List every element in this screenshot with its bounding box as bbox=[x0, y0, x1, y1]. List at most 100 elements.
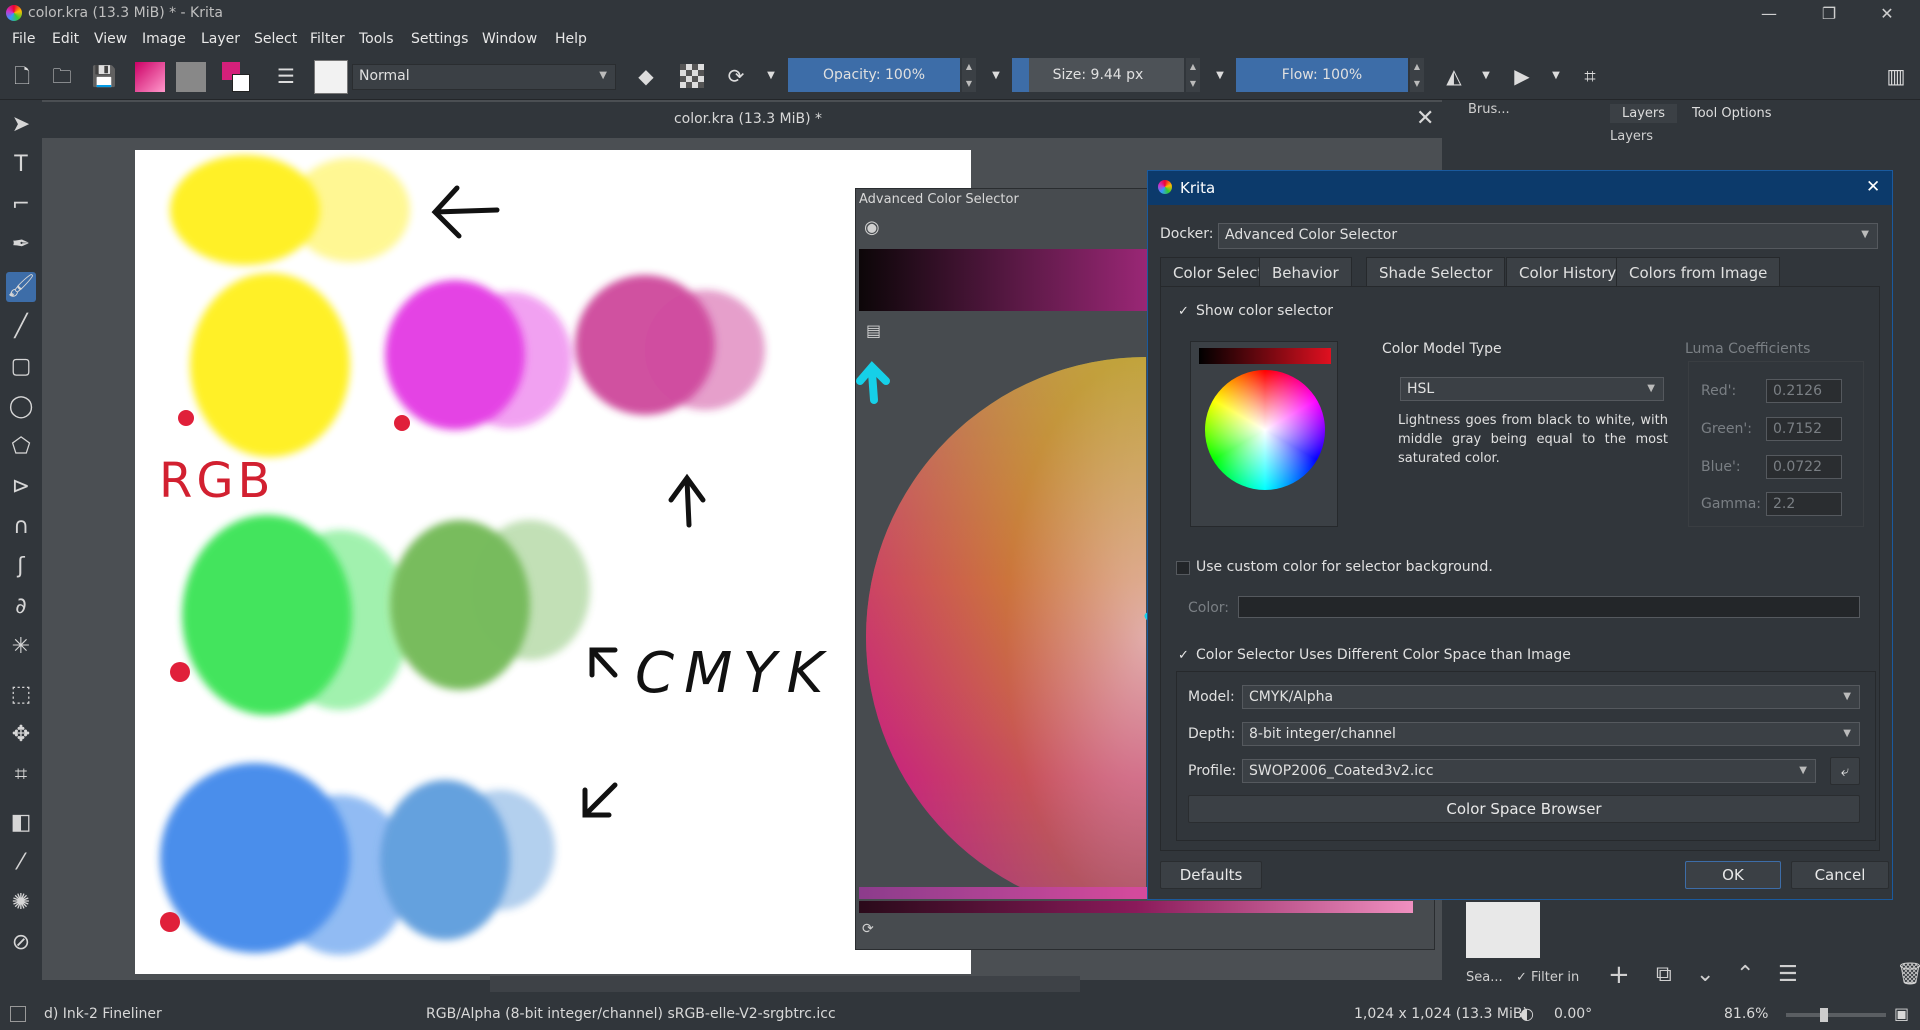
size-spin[interactable]: ▲ ▼ bbox=[1186, 58, 1200, 92]
custom-color-button[interactable] bbox=[1238, 596, 1860, 618]
menu-settings[interactable]: Settings bbox=[411, 31, 468, 47]
background-color-swatch[interactable] bbox=[232, 74, 250, 92]
add-layer-icon[interactable]: + bbox=[1608, 960, 1630, 990]
luma-green-input[interactable]: 0.7152 bbox=[1766, 417, 1842, 441]
text-tool-icon[interactable]: T bbox=[6, 150, 36, 180]
save-icon[interactable]: 💾 bbox=[90, 62, 118, 90]
model-select[interactable]: CMYK/Alpha ▼ bbox=[1242, 685, 1860, 709]
move-layer-down-icon[interactable]: ⌄ bbox=[1696, 962, 1714, 987]
brush-preset-thumbnail[interactable] bbox=[1466, 902, 1540, 958]
brush-settings-icon[interactable]: ☰ bbox=[272, 62, 300, 90]
polyline-tool-icon[interactable]: ⊳ bbox=[6, 472, 36, 502]
dynamic-brush-icon[interactable]: ∂ bbox=[6, 592, 36, 622]
reload-preset-icon[interactable]: ⟳ bbox=[722, 62, 750, 90]
cancel-button[interactable]: Cancel bbox=[1791, 861, 1889, 889]
different-color-space-checkbox[interactable]: ✓ bbox=[1178, 649, 1192, 663]
luma-gamma-input[interactable]: 2.2 bbox=[1766, 492, 1842, 516]
document-tab[interactable]: color.kra (13.3 MiB) * ✕ bbox=[42, 102, 1454, 138]
luma-red-input[interactable]: 0.2126 bbox=[1766, 379, 1842, 403]
line-tool-icon[interactable]: ╱ bbox=[6, 312, 36, 342]
menu-window[interactable]: Window bbox=[482, 31, 537, 47]
brush-tab[interactable]: Brus... bbox=[1468, 102, 1510, 117]
chevron-down-icon[interactable]: ▼ bbox=[1472, 62, 1500, 90]
menu-view[interactable]: View bbox=[94, 31, 127, 47]
new-document-icon[interactable]: 🗋 bbox=[8, 62, 36, 90]
tab-behavior[interactable]: Behavior bbox=[1259, 257, 1352, 287]
multibrush-icon[interactable]: ✳ bbox=[6, 632, 36, 662]
pattern-preset-icon[interactable] bbox=[176, 62, 206, 92]
profile-import-icon[interactable]: ⤶ bbox=[1830, 757, 1860, 785]
profile-select[interactable]: SWOP2006_Coated3v2.icc ▼ bbox=[1242, 759, 1816, 783]
opacity-spin[interactable]: ▲ ▼ bbox=[962, 58, 976, 92]
layers-tab[interactable]: Layers bbox=[1610, 104, 1678, 123]
tab-shade-selector[interactable]: Shade Selector bbox=[1366, 257, 1506, 287]
flow-slider[interactable]: Flow: 100% bbox=[1236, 58, 1408, 92]
blend-mode-select[interactable]: Normal ▼ bbox=[352, 64, 616, 90]
color-picker-circle-icon[interactable]: ◉ bbox=[864, 217, 880, 238]
eraser-icon[interactable]: ◆ bbox=[632, 62, 660, 90]
maximize-button[interactable]: ❐ bbox=[1800, 0, 1858, 28]
zoom-slider[interactable] bbox=[1786, 1008, 1886, 1022]
rectangle-tool-icon[interactable]: ▢ bbox=[6, 352, 36, 382]
freehand-brush-icon[interactable]: 🖌 bbox=[6, 272, 36, 302]
color-gradient-strip[interactable] bbox=[859, 249, 1159, 311]
gradient-tool-icon[interactable]: ◧ bbox=[6, 808, 36, 838]
opacity-slider[interactable]: Opacity: 100% bbox=[788, 58, 960, 92]
size-slider[interactable]: Size: 9.44 px bbox=[1012, 58, 1184, 92]
menu-file[interactable]: File bbox=[12, 31, 35, 47]
luma-blue-input[interactable]: 0.0722 bbox=[1766, 455, 1842, 479]
canvas-horizontal-scrollbar[interactable] bbox=[490, 976, 1080, 992]
defaults-button[interactable]: Defaults bbox=[1160, 861, 1262, 889]
bezier-tool-icon[interactable]: ∩ bbox=[6, 512, 36, 542]
minimize-button[interactable]: — bbox=[1740, 0, 1798, 28]
brush-search-field[interactable]: Sea... bbox=[1466, 970, 1503, 985]
open-folder-icon[interactable]: 🗀 bbox=[48, 62, 76, 90]
chevron-down-icon[interactable]: ▼ bbox=[982, 62, 1010, 90]
transform-tool-icon[interactable]: ⬚ bbox=[6, 680, 36, 710]
move-tool-icon[interactable]: ✥ bbox=[6, 720, 36, 750]
workspace-icon[interactable]: ▥ bbox=[1882, 62, 1910, 90]
polygon-tool-icon[interactable]: ⬠ bbox=[6, 432, 36, 462]
tab-color-history[interactable]: Color History bbox=[1506, 257, 1630, 287]
menu-select[interactable]: Select bbox=[254, 31, 297, 47]
mirror-vertical-icon[interactable]: ▶ bbox=[1508, 62, 1536, 90]
close-button[interactable]: ✕ bbox=[1858, 0, 1916, 28]
menu-image[interactable]: Image bbox=[142, 31, 186, 47]
rotation-icon[interactable]: ◐ bbox=[1520, 1004, 1534, 1023]
lightness-slider-bar[interactable] bbox=[859, 901, 1413, 913]
preserve-alpha-icon[interactable] bbox=[680, 64, 704, 88]
depth-select[interactable]: 8-bit integer/channel ▼ bbox=[1242, 722, 1860, 746]
brush-preset-icon[interactable] bbox=[314, 60, 348, 94]
tool-options-tab[interactable]: Tool Options bbox=[1680, 104, 1784, 123]
color-model-type-select[interactable]: HSL ▼ bbox=[1400, 377, 1664, 401]
ok-button[interactable]: OK bbox=[1685, 861, 1781, 889]
mirror-horizontal-icon[interactable]: ◭ bbox=[1440, 62, 1468, 90]
tab-colors-from-image[interactable]: Colors from Image bbox=[1616, 257, 1781, 287]
filter-in-checkbox[interactable]: ✓ Filter in bbox=[1516, 970, 1579, 985]
freehand-path-icon[interactable]: ʃ bbox=[6, 552, 36, 582]
color-picker-icon[interactable]: ⁄ bbox=[6, 848, 36, 878]
menu-tools[interactable]: Tools bbox=[359, 31, 394, 47]
fill-tool-icon[interactable]: ⊘ bbox=[6, 928, 36, 958]
gradient-preset-icon[interactable] bbox=[135, 62, 165, 92]
calligraphy-icon[interactable]: ✒ bbox=[6, 230, 36, 260]
delete-layer-icon[interactable]: 🗑 bbox=[1896, 962, 1920, 987]
menu-filter[interactable]: Filter bbox=[310, 31, 345, 47]
crop-tool-icon[interactable]: ⌗ bbox=[6, 760, 36, 790]
chevron-down-icon[interactable]: ▼ bbox=[757, 62, 785, 90]
select-shape-icon[interactable]: ➤ bbox=[6, 110, 36, 140]
fullscreen-icon[interactable]: ▣ bbox=[1894, 1004, 1909, 1023]
docker-select[interactable]: Advanced Color Selector ▼ bbox=[1218, 223, 1878, 249]
wrap-around-icon[interactable]: ⌗ bbox=[1576, 62, 1604, 90]
menu-layer[interactable]: Layer bbox=[201, 31, 240, 47]
refresh-icon[interactable]: ⟳ bbox=[862, 921, 874, 937]
ellipse-tool-icon[interactable]: ◯ bbox=[6, 392, 36, 422]
use-custom-color-checkbox[interactable] bbox=[1176, 561, 1190, 575]
move-layer-up-icon[interactable]: ⌃ bbox=[1736, 962, 1754, 987]
selector-preview[interactable] bbox=[1190, 341, 1338, 527]
show-selector-checkbox[interactable]: ✓ bbox=[1178, 305, 1192, 319]
smart-patch-icon[interactable]: ✺ bbox=[6, 888, 36, 918]
color-space-browser-button[interactable]: Color Space Browser bbox=[1188, 795, 1860, 823]
edit-shapes-icon[interactable]: ⌐ bbox=[6, 190, 36, 220]
close-document-icon[interactable]: ✕ bbox=[1416, 106, 1434, 131]
